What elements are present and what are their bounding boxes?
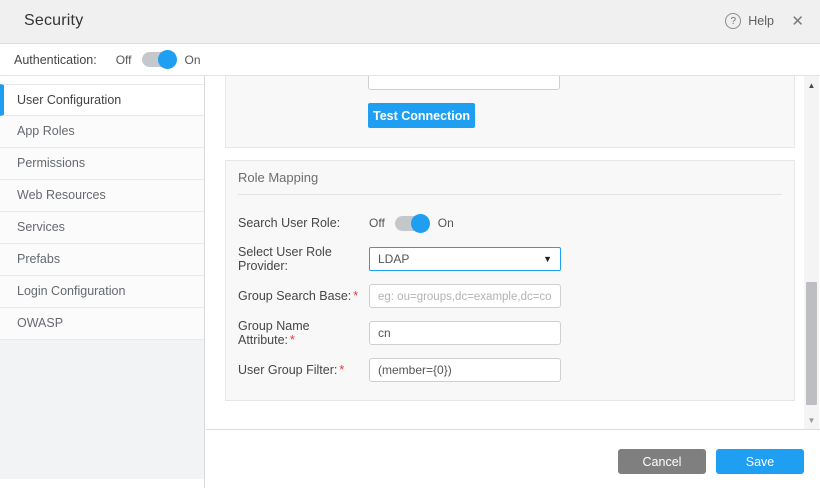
group-search-base-row: Group Search Base:* — [238, 284, 782, 308]
content-scroll-area: Test Connection Role Mapping Search User… — [206, 76, 804, 429]
group-search-base-input[interactable] — [369, 284, 561, 308]
authentication-label: Authentication: — [14, 53, 97, 67]
cancel-button[interactable]: Cancel — [618, 449, 706, 474]
search-user-role-toggle[interactable] — [395, 216, 428, 231]
chevron-down-icon: ▼ — [543, 254, 552, 264]
required-asterisk: * — [353, 289, 358, 303]
search-user-role-label: Search User Role: — [238, 216, 369, 230]
scroll-down-icon[interactable]: ▼ — [804, 413, 819, 427]
required-asterisk: * — [290, 333, 295, 347]
authentication-off-label: Off — [116, 53, 132, 67]
search-user-role-on-label: On — [438, 216, 454, 230]
authentication-on-label: On — [185, 53, 201, 67]
scrollbar-thumb[interactable] — [806, 282, 817, 405]
sidebar-item-prefabs[interactable]: Prefabs — [0, 244, 204, 276]
user-group-filter-input[interactable] — [369, 358, 561, 382]
user-group-filter-label: User Group Filter:* — [238, 363, 369, 377]
search-user-role-row: Search User Role: Off On — [238, 211, 782, 235]
role-mapping-title: Role Mapping — [238, 170, 318, 185]
toggle-knob — [158, 50, 177, 69]
authentication-bar: Authentication: Off On — [0, 44, 820, 76]
toggle-knob — [411, 214, 430, 233]
sidebar-nav: User Configuration App Roles Permissions… — [0, 84, 204, 340]
close-icon[interactable]: ✕ — [791, 12, 804, 30]
connection-field-input[interactable] — [368, 76, 560, 90]
vertical-scrollbar[interactable]: ▲ ▼ — [804, 76, 819, 429]
sidebar-item-permissions[interactable]: Permissions — [0, 148, 204, 180]
sidebar-filler — [0, 340, 204, 479]
sidebar-item-web-resources[interactable]: Web Resources — [0, 180, 204, 212]
sidebar-item-app-roles[interactable]: App Roles — [0, 116, 204, 148]
window-header: Security ? Help ✕ — [0, 0, 820, 44]
group-name-attribute-row: Group Name Attribute:* — [238, 321, 782, 345]
user-role-provider-select[interactable]: LDAP ▼ — [369, 247, 561, 271]
test-connection-button[interactable]: Test Connection — [368, 103, 475, 128]
sidebar-item-services[interactable]: Services — [0, 212, 204, 244]
help-link[interactable]: Help — [748, 14, 774, 28]
authentication-toggle[interactable] — [142, 52, 175, 67]
role-mapping-panel: Role Mapping Search User Role: Off On Se… — [225, 160, 795, 401]
sidebar-item-login-configuration[interactable]: Login Configuration — [0, 276, 204, 308]
footer-bar: Cancel Save — [206, 429, 820, 488]
search-user-role-off-label: Off — [369, 216, 385, 230]
sidebar: User Configuration App Roles Permissions… — [0, 76, 205, 488]
save-button[interactable]: Save — [716, 449, 804, 474]
provider-label: Select User Role Provider: — [238, 245, 369, 273]
provider-row: Select User Role Provider: LDAP ▼ — [238, 247, 782, 271]
required-asterisk: * — [339, 363, 344, 377]
help-icon[interactable]: ? — [725, 13, 741, 29]
page-title: Security — [24, 12, 83, 30]
group-name-attribute-input[interactable] — [369, 321, 561, 345]
group-name-attribute-label: Group Name Attribute:* — [238, 319, 369, 347]
sidebar-item-user-configuration[interactable]: User Configuration — [0, 84, 204, 116]
user-group-filter-row: User Group Filter:* — [238, 358, 782, 382]
security-dialog: Security ? Help ✕ Authentication: Off On… — [0, 0, 820, 488]
sidebar-item-owasp[interactable]: OWASP — [0, 308, 204, 340]
scroll-up-icon[interactable]: ▲ — [804, 78, 819, 92]
provider-selected-value: LDAP — [378, 252, 409, 266]
section-divider — [238, 194, 782, 195]
group-search-base-label: Group Search Base:* — [238, 289, 369, 303]
